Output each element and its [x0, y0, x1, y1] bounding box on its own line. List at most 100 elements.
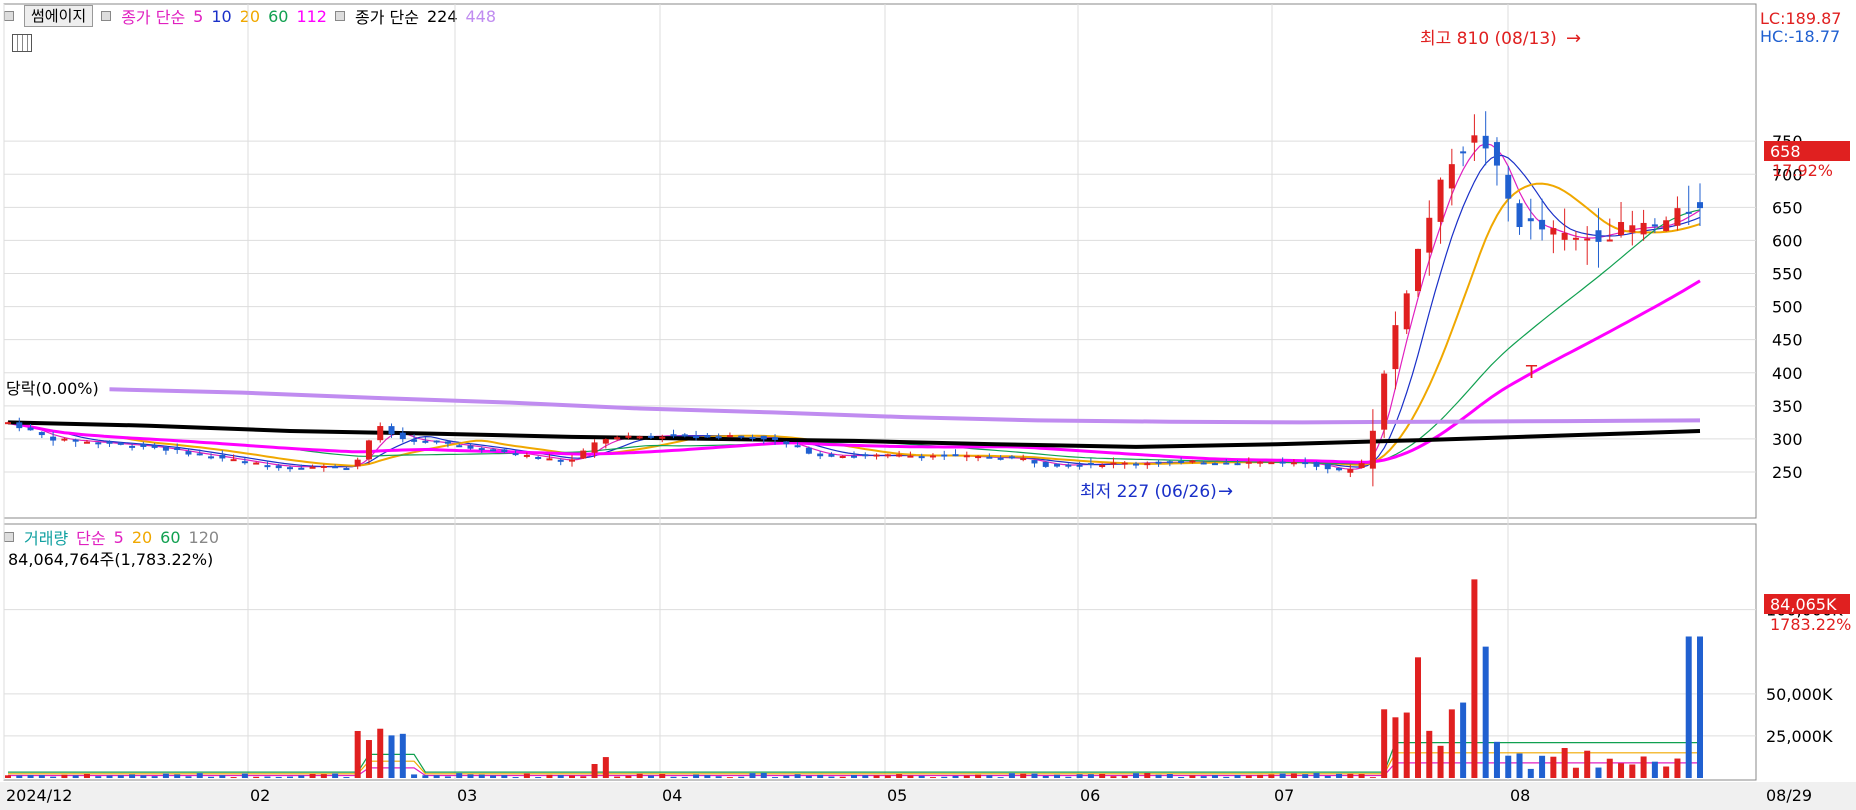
candle-body	[117, 442, 124, 445]
volume-bar	[772, 777, 779, 778]
volume-bar	[83, 773, 90, 778]
volume-bar	[1572, 767, 1579, 778]
last-price: 658	[1770, 142, 1801, 161]
volume-bar	[783, 775, 790, 778]
volume-bar	[467, 774, 474, 778]
candle-body	[174, 448, 181, 451]
candle-body	[1302, 462, 1309, 465]
volume-bar	[275, 776, 282, 778]
candle-body	[1133, 463, 1139, 466]
candle-body	[805, 447, 812, 454]
candle-body	[1415, 248, 1421, 292]
candle-body	[1290, 462, 1297, 465]
hc-label: HC:-18.77	[1760, 27, 1840, 46]
candle-body	[772, 437, 779, 441]
candle-body	[760, 435, 767, 440]
volume-bar	[1042, 775, 1049, 778]
volume-bar	[1223, 776, 1230, 778]
candle-body	[1268, 462, 1275, 465]
volume-bar	[907, 775, 914, 778]
volume-bar	[580, 776, 587, 778]
x-tick-label: 06	[1080, 786, 1100, 805]
volume-bar	[1133, 773, 1139, 778]
candle-body	[636, 436, 643, 439]
volume-bar	[241, 773, 248, 778]
volume-bar	[1290, 773, 1297, 778]
price-tick-label: 300	[1772, 430, 1803, 449]
candle-body	[1369, 430, 1376, 469]
volume-bar	[411, 774, 418, 778]
volume-bar	[1302, 774, 1309, 778]
candle-body	[546, 458, 553, 461]
volume-bar	[1584, 750, 1591, 778]
candle-body	[264, 465, 271, 468]
candle-body	[1392, 325, 1399, 370]
volume-bar	[1527, 768, 1534, 778]
candle-body	[298, 467, 305, 470]
candle-body	[433, 440, 440, 443]
candle-body	[986, 456, 993, 459]
candle-body	[478, 448, 485, 451]
volume-bar	[129, 774, 136, 778]
high-arrow-icon: →	[1566, 28, 1581, 49]
candle-body	[208, 456, 215, 459]
volume-bar	[298, 775, 305, 778]
candle-body	[501, 449, 508, 453]
price-tick-label: 600	[1772, 231, 1803, 250]
candle-body	[1437, 179, 1444, 222]
x-tick-label: 2024/12	[6, 786, 72, 805]
volume-bar	[253, 776, 260, 778]
candle-body	[1426, 217, 1433, 253]
volume-bar	[1505, 755, 1512, 778]
volume-bar	[929, 777, 936, 778]
volume-bar	[670, 776, 677, 778]
candle-body	[490, 449, 497, 452]
volume-bar	[1674, 758, 1681, 778]
candle-body	[1595, 230, 1602, 242]
x-axis-band	[0, 782, 1856, 810]
volume-bar	[185, 776, 192, 778]
lc-label: LC:189.87	[1760, 9, 1841, 28]
volume-bar	[399, 733, 406, 778]
candle-body	[1460, 151, 1467, 154]
high-annotation: 최고 810 (08/13)	[1420, 29, 1557, 49]
candle-body	[332, 466, 339, 469]
volume-bar	[1099, 773, 1106, 778]
volume-bar	[659, 773, 666, 778]
volume-bar	[5, 775, 11, 778]
volume-bar	[478, 774, 485, 778]
volume-bar	[1369, 777, 1376, 778]
candle-body	[523, 454, 530, 457]
candle-body	[1697, 202, 1703, 209]
volume-bar	[1482, 646, 1489, 778]
volume-bar	[1629, 764, 1636, 778]
volume-bar	[614, 776, 621, 778]
volume-bar	[1426, 730, 1433, 778]
candle-body	[287, 467, 293, 470]
candle-body	[241, 461, 248, 464]
candle-body	[1054, 463, 1061, 467]
candle-body	[230, 459, 237, 462]
candle-body	[253, 462, 260, 465]
candle-body	[1234, 463, 1241, 466]
candle-body	[1155, 461, 1162, 464]
volume-bar	[817, 774, 824, 778]
volume-bar	[997, 777, 1004, 778]
candle-body	[625, 435, 632, 438]
volume-bar	[704, 775, 711, 778]
candle-body	[1166, 461, 1173, 464]
volume-bar	[1595, 767, 1602, 778]
candle-body	[918, 456, 925, 459]
volume-bar	[1392, 717, 1399, 778]
candle-body	[399, 432, 406, 440]
volume-bar	[1155, 774, 1162, 778]
candle-body	[1663, 220, 1670, 232]
price-tick-label: 350	[1772, 397, 1803, 416]
volume-bar	[1211, 775, 1218, 778]
volume-tick-label: 50,000K	[1766, 685, 1833, 704]
volume-bar	[1437, 745, 1444, 778]
candle-body	[1144, 463, 1151, 466]
candle-body	[1651, 224, 1658, 227]
candle-body	[1606, 239, 1613, 242]
volume-bar	[1381, 709, 1388, 778]
